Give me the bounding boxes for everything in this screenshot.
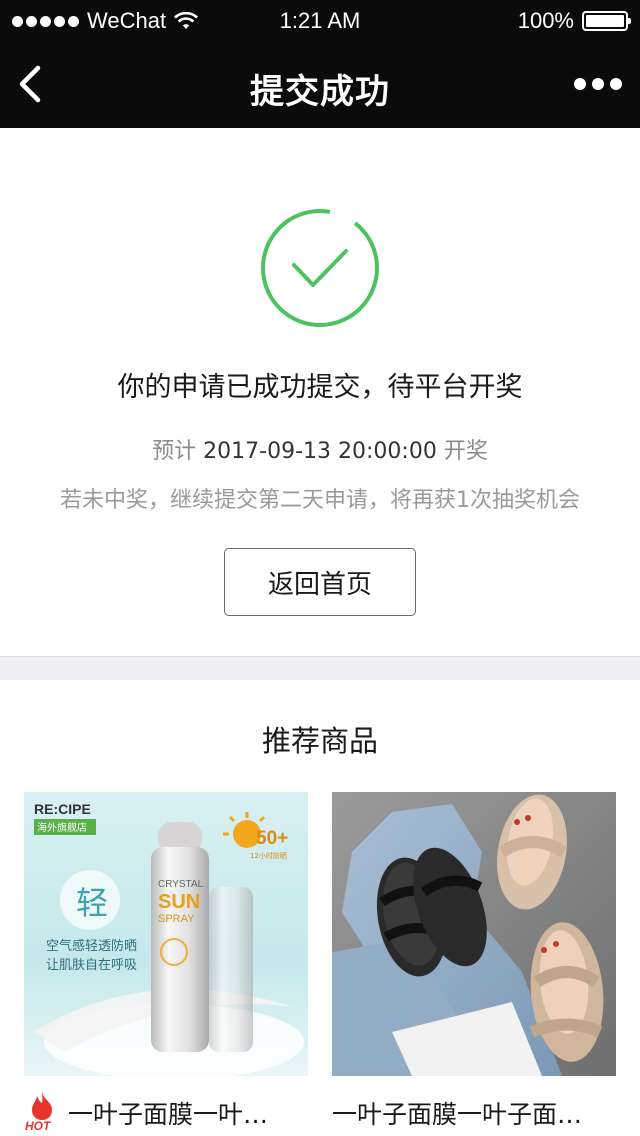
spf-label: 50+ <box>256 828 288 849</box>
battery-percent: 100% <box>517 8 574 33</box>
result-section: 你的申请已成功提交，待平台开奖 预计 2017-09-13 20:00:00 开… <box>0 128 640 656</box>
section-divider <box>0 656 640 680</box>
product-image[interactable]: RE:CIPE 海外旗舰店 轻 空气感轻透防晒 让肌肤自在呼吸 50+ 12小时… <box>24 792 308 1076</box>
hot-badge: HOT <box>25 1119 52 1132</box>
brand-logo: RE:CIPE <box>34 801 91 817</box>
product-image[interactable] <box>332 792 616 1076</box>
status-bar: WeChat 1:21 AM 100% <box>0 0 640 40</box>
draw-time-suffix: 开奖 <box>443 439 488 464</box>
can-text-3: SPRAY <box>158 913 195 925</box>
promo-char: 轻 <box>76 884 108 922</box>
hot-flame-icon: HOT <box>25 1092 52 1132</box>
can-text-2: SUN <box>158 891 200 913</box>
promo-line1: 空气感轻透防晒 <box>46 938 137 954</box>
result-message: 你的申请已成功提交，待平台开奖 <box>117 372 523 403</box>
product-name[interactable]: 一叶子面膜一叶子面… <box>332 1095 616 1131</box>
success-check-icon <box>261 209 379 327</box>
draw-time: 预计 2017-09-13 20:00:00 开奖 <box>0 433 640 465</box>
more-dots-icon <box>574 78 586 90</box>
recommend-title: 推荐商品 <box>261 724 378 758</box>
product-card[interactable]: 一叶子面膜一叶子面… <box>332 792 616 1129</box>
status-right: 100% <box>517 8 631 34</box>
product-name[interactable]: 一叶子面膜一叶… <box>68 1095 308 1131</box>
store-tag: 海外旗舰店 <box>37 821 87 834</box>
draw-time-value: 2017-09-13 20:00:00 <box>203 439 437 464</box>
product-card[interactable]: RE:CIPE 海外旗舰店 轻 空气感轻透防晒 让肌肤自在呼吸 50+ 12小时… <box>24 792 308 1132</box>
promo-line2: 让肌肤自在呼吸 <box>46 958 137 973</box>
page-title: 提交成功 <box>250 72 390 112</box>
battery-icon <box>582 11 631 31</box>
back-to-home-button[interactable]: 返回首页 <box>224 548 416 616</box>
draw-time-prefix: 预计 <box>152 439 197 464</box>
more-button[interactable] <box>574 70 622 98</box>
retry-hint: 若未中奖，继续提交第二天申请，将再获1次抽奖机会 <box>60 488 580 513</box>
nav-bar: 提交成功 <box>0 40 640 128</box>
can-text-1: CRYSTAL <box>158 879 204 890</box>
spf-note: 12小时防晒 <box>250 851 287 860</box>
